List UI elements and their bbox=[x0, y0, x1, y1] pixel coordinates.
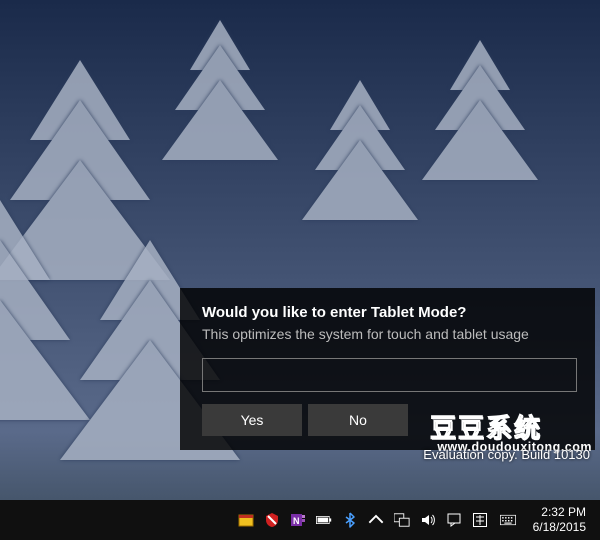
no-button[interactable]: No bbox=[308, 404, 408, 436]
action-center-icon[interactable] bbox=[441, 500, 467, 540]
svg-text:N: N bbox=[293, 516, 300, 526]
desktop-background: Would you like to enter Tablet Mode? Thi… bbox=[0, 0, 600, 540]
battery-icon[interactable] bbox=[311, 500, 337, 540]
toast-body: This optimizes the system for touch and … bbox=[202, 325, 577, 344]
taskbar: N bbox=[0, 500, 600, 540]
bluetooth-icon[interactable] bbox=[337, 500, 363, 540]
touch-keyboard-icon[interactable] bbox=[493, 500, 523, 540]
network-icon[interactable] bbox=[389, 500, 415, 540]
ime-indicator-icon[interactable] bbox=[467, 500, 493, 540]
tray-overflow-button[interactable] bbox=[363, 500, 389, 540]
onenote-icon[interactable]: N bbox=[285, 500, 311, 540]
system-tray: N bbox=[233, 500, 592, 540]
toast-title: Would you like to enter Tablet Mode? bbox=[202, 304, 577, 321]
taskbar-clock[interactable]: 2:32 PM 6/18/2015 bbox=[523, 505, 592, 535]
toast-dropdown[interactable] bbox=[202, 358, 577, 392]
shield-alert-icon[interactable] bbox=[259, 500, 285, 540]
evaluation-watermark: Evaluation copy. Build 10130 bbox=[423, 447, 590, 462]
clock-date: 6/18/2015 bbox=[533, 520, 586, 535]
yes-button[interactable]: Yes bbox=[202, 404, 302, 436]
clock-time: 2:32 PM bbox=[533, 505, 586, 520]
security-center-icon[interactable] bbox=[233, 500, 259, 540]
volume-icon[interactable] bbox=[415, 500, 441, 540]
